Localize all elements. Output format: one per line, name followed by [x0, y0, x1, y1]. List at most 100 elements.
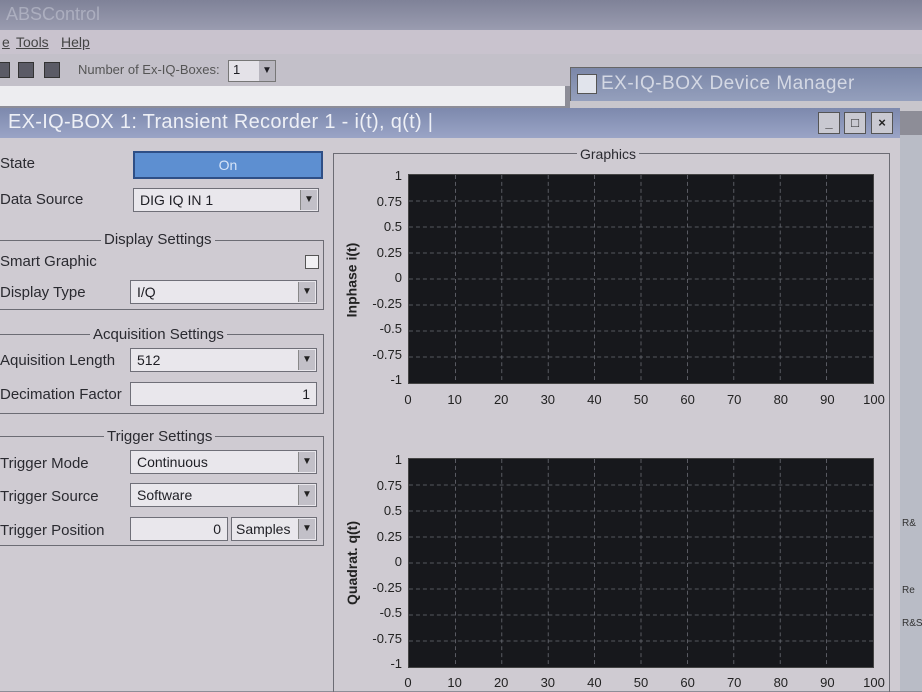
- y-tick-label: 0.5: [383, 219, 402, 234]
- plot-grid: [409, 175, 873, 383]
- chevron-down-icon[interactable]: ▼: [298, 452, 315, 472]
- x-tick-label: 30: [540, 675, 556, 690]
- x-tick-label: 70: [726, 675, 742, 690]
- y-tick-label: 0.25: [376, 244, 402, 260]
- inphase-axis-label: Inphase i(t): [343, 242, 360, 318]
- open-folder-icon[interactable]: [18, 62, 34, 78]
- acquisition-length-select[interactable]: 512 ▼: [130, 348, 317, 372]
- device-manager-titlebar[interactable]: EX-IQ-BOX Device Manager: [570, 67, 922, 103]
- data-source-value: DIG IQ IN 1: [140, 192, 214, 208]
- chevron-down-icon[interactable]: ▼: [300, 190, 317, 210]
- display-type-label: Display Type: [0, 284, 86, 301]
- acquisition-length-value: 512: [137, 352, 161, 368]
- decimation-factor-input[interactable]: 1: [130, 382, 317, 406]
- y-tick-label: -1: [390, 372, 402, 387]
- decimation-factor-value: 1: [302, 386, 310, 402]
- chevron-down-icon[interactable]: ▼: [259, 61, 275, 81]
- decimation-factor-label: Decimation Factor: [0, 386, 122, 403]
- x-tick-label: 80: [773, 392, 789, 407]
- boxes-count-value: 1: [233, 62, 241, 77]
- smart-graphic-checkbox[interactable]: [305, 255, 319, 269]
- display-type-select[interactable]: I/Q ▼: [130, 280, 317, 304]
- y-tick-label: 1: [394, 168, 402, 183]
- menu-item-help[interactable]: Help: [61, 34, 90, 50]
- chevron-down-icon[interactable]: ▼: [298, 485, 315, 505]
- y-tick-label: -0.25: [372, 579, 402, 595]
- x-tick-label: 60: [680, 392, 695, 407]
- trigger-mode-label: Trigger Mode: [0, 455, 89, 472]
- x-tick-label: 0: [404, 675, 412, 690]
- x-tick-label: 90: [820, 392, 835, 407]
- acquisition-settings-title: Acquisition Settings: [90, 326, 227, 343]
- display-settings-title: Display Settings: [101, 231, 215, 248]
- y-tick-label: 0.25: [376, 528, 402, 544]
- y-tick-label: 0.5: [383, 503, 402, 518]
- y-tick-label: 0.75: [376, 477, 402, 493]
- window-title: EX-IQ-BOX 1: Transient Recorder 1 - i(t)…: [8, 111, 434, 133]
- menu-item-edit[interactable]: e: [2, 34, 10, 50]
- x-tick-label: 70: [726, 392, 742, 407]
- data-source-label: Data Source: [0, 191, 84, 208]
- new-file-icon[interactable]: [0, 62, 10, 78]
- trigger-mode-select[interactable]: Continuous ▼: [130, 450, 317, 474]
- x-tick-label: 100: [863, 675, 885, 690]
- device-manager-title: EX-IQ-BOX Device Manager: [601, 73, 855, 94]
- background-panel-edge: R& Re R&S: [900, 135, 922, 691]
- trigger-position-input[interactable]: 0: [130, 517, 228, 541]
- y-tick-label: 0: [394, 270, 402, 285]
- boxes-count-select[interactable]: 1 ▼: [228, 60, 276, 82]
- x-tick-label: 20: [493, 675, 509, 690]
- side-label: R&S: [902, 618, 922, 629]
- x-tick-label: 50: [633, 675, 649, 690]
- app-titlebar: ABSControl: [0, 0, 922, 30]
- x-tick-label: 60: [680, 675, 695, 690]
- y-tick-label: 0: [394, 554, 402, 569]
- x-tick-label: 40: [587, 675, 602, 690]
- menubar: e Tools Help: [0, 30, 922, 54]
- window-titlebar[interactable]: EX-IQ-BOX 1: Transient Recorder 1 - i(t)…: [0, 108, 900, 138]
- graphics-title: Graphics: [577, 146, 640, 162]
- y-tick-label: -0.5: [379, 321, 402, 336]
- display-type-value: I/Q: [137, 284, 156, 300]
- chevron-down-icon[interactable]: ▼: [298, 519, 315, 539]
- y-tick-label: -0.75: [372, 630, 402, 646]
- x-tick-label: 50: [633, 392, 649, 407]
- state-toggle-button[interactable]: On: [133, 151, 323, 179]
- app-title: ABSControl: [6, 4, 101, 24]
- x-tick-label: 20: [493, 392, 509, 407]
- y-tick-label: 0.75: [376, 193, 402, 209]
- x-tick-label: 10: [447, 392, 462, 407]
- toolbar-strip: [0, 86, 565, 106]
- x-tick-label: 30: [540, 392, 556, 407]
- window-icon: [577, 74, 597, 94]
- minimize-button[interactable]: _: [818, 112, 840, 134]
- save-disk-icon[interactable]: [44, 62, 60, 78]
- menu-item-tools[interactable]: Tools: [16, 34, 49, 50]
- x-tick-label: 10: [447, 675, 462, 690]
- trigger-position-label: Trigger Position: [0, 522, 105, 539]
- quadrature-plot: [408, 458, 874, 668]
- trigger-settings-title: Trigger Settings: [104, 428, 216, 445]
- x-tick-label: 100: [863, 392, 885, 407]
- trigger-position-unit-select[interactable]: Samples ▼: [231, 517, 317, 541]
- trigger-position-unit: Samples: [236, 521, 291, 537]
- chevron-down-icon[interactable]: ▼: [298, 282, 315, 302]
- trigger-mode-value: Continuous: [137, 454, 208, 470]
- quadrature-axis-label: Quadrat. q(t): [344, 521, 360, 605]
- maximize-button[interactable]: □: [844, 112, 866, 134]
- y-tick-label: -0.75: [372, 346, 402, 362]
- data-source-select[interactable]: DIG IQ IN 1 ▼: [133, 188, 319, 212]
- trigger-source-value: Software: [137, 487, 193, 503]
- y-tick-label: -1: [390, 656, 402, 671]
- trigger-source-label: Trigger Source: [0, 488, 99, 505]
- x-tick-label: 80: [773, 675, 789, 690]
- trigger-source-select[interactable]: Software ▼: [130, 483, 317, 507]
- state-label: State: [0, 155, 36, 172]
- side-label: Re: [902, 585, 915, 596]
- x-tick-label: 0: [404, 392, 412, 407]
- side-label: R&: [902, 518, 916, 529]
- inphase-plot: [408, 174, 874, 384]
- x-tick-label: 40: [587, 392, 602, 407]
- close-button[interactable]: ×: [871, 112, 893, 134]
- chevron-down-icon[interactable]: ▼: [298, 350, 315, 370]
